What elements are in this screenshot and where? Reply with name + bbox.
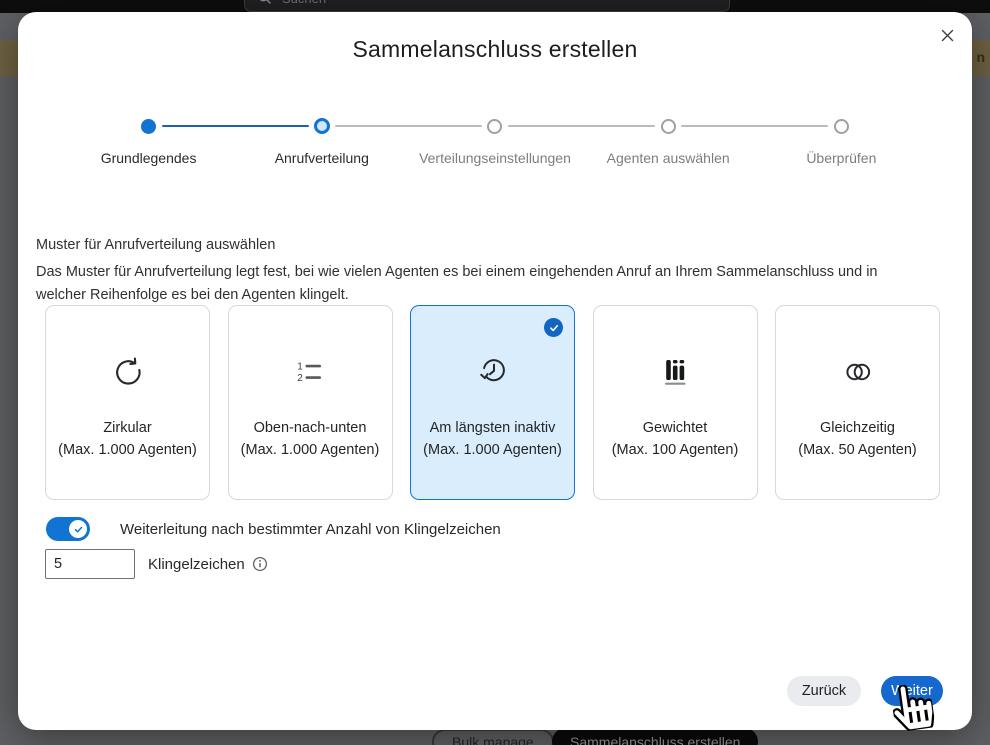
info-icon[interactable] [252,556,268,572]
step-label: Grundlegendes [101,150,197,166]
card-title: Zirkular [49,418,206,440]
card-title: Gleichzeitig [779,418,936,440]
search-input[interactable]: Suchen [244,0,730,12]
card-max: (Max. 50 Agenten) [779,440,936,462]
svg-text:2: 2 [297,373,303,384]
rings-count-label: Klingelzeichen [148,556,245,573]
card-gleichzeitig[interactable]: Gleichzeitig (Max. 50 Agenten) [775,305,940,500]
search-icon [257,0,272,8]
card-max: (Max. 1.000 Agenten) [232,440,389,462]
back-button[interactable]: Zurück [787,676,861,706]
section-description: Das Muster für Anrufverteilung legt fest… [36,261,918,307]
card-oben-nach-unten[interactable]: 1 2 Oben-nach-unten (Max. 1.000 Agenten) [228,305,393,500]
create-hunt-group-modal: Sammelanschluss erstellen Grundlegendes … [18,12,972,730]
svg-text:1: 1 [297,362,303,373]
card-title: Gewichtet [597,418,754,440]
stepper-connector [508,125,655,128]
stepper-connector [162,125,309,128]
section-text: Muster für Anrufverteilung auswählen Das… [36,234,918,307]
step-circle-completed [141,119,156,134]
card-title: Oben-nach-unten [232,418,389,440]
step-circle-active [314,118,330,134]
forwarding-toggle-label: Weiterleitung nach bestimmter Anzahl von… [120,521,501,538]
numbered-list-icon: 1 2 [229,354,392,390]
step-label: Überprüfen [806,150,876,166]
step-label: Agenten auswählen [607,150,730,166]
card-max: (Max. 100 Agenten) [597,440,754,462]
rings-count-input[interactable] [45,549,135,579]
screen: n n Suchen Bulk manage Sammelanschluss e… [0,0,990,745]
step-label: Anrufverteilung [275,150,369,166]
section-heading: Muster für Anrufverteilung auswählen [36,234,918,257]
card-max: (Max. 1.000 Agenten) [49,440,206,462]
card-title: Am längsten inaktiv [414,418,571,440]
stepper: Grundlegendes Anrufverteilung Verteilung… [62,118,928,180]
step-circle-upcoming [834,119,849,134]
search-placeholder: Suchen [282,0,326,6]
modal-title: Sammelanschluss erstellen [18,36,972,63]
overlapping-circles-icon [776,354,939,390]
stepper-connector [335,125,482,128]
stepper-connector [681,125,828,128]
distribution-pattern-cards: Zirkular (Max. 1.000 Agenten) 1 2 Oben-n… [45,305,940,500]
step-label: Verteilungseinstellungen [419,150,571,166]
bulk-manage-button[interactable]: Bulk manage [432,729,554,745]
card-gewichtet[interactable]: Gewichtet (Max. 100 Agenten) [593,305,758,500]
forwarding-toggle[interactable] [46,517,90,541]
selected-check-icon [544,318,563,337]
card-max: (Max. 1.000 Agenten) [414,440,571,462]
toggle-check-icon [69,520,87,538]
step-circle-upcoming [661,119,676,134]
card-zirkular[interactable]: Zirkular (Max. 1.000 Agenten) [45,305,210,500]
step-circle-upcoming [487,119,502,134]
hand-cursor-icon [890,681,937,737]
create-hunt-group-button[interactable]: Sammelanschluss erstellen [552,728,758,745]
clock-history-icon [411,354,574,390]
circular-arrow-icon [46,354,209,390]
card-am-laengsten-inaktiv[interactable]: Am längsten inaktiv (Max. 1.000 Agenten) [410,305,575,500]
weighted-bars-icon [594,354,757,390]
